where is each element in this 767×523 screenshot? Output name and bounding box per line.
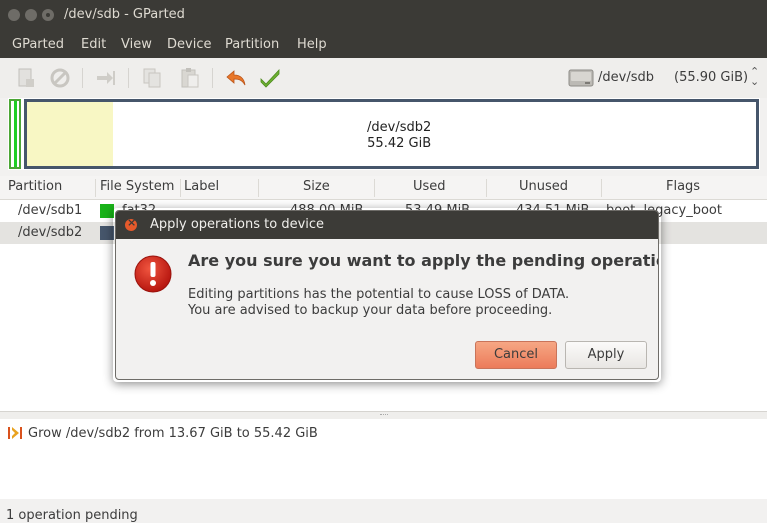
- window-minimize-icon[interactable]: [25, 9, 37, 21]
- menu-partition[interactable]: Partition: [225, 37, 279, 52]
- column-separator: [374, 179, 375, 197]
- resize-grip-icon: [380, 414, 388, 416]
- partition-used-space: [27, 102, 113, 166]
- column-separator: [258, 179, 259, 197]
- partition-map-sdb1[interactable]: [9, 99, 21, 169]
- toolbar: /dev/sdb (55.90 GiB) ⌃ ⌄: [0, 58, 767, 98]
- partition-map: /dev/sdb2 55.42 GiB: [8, 98, 760, 170]
- table-header: Partition File System Label Size Used Un…: [0, 176, 767, 200]
- operation-item[interactable]: Grow /dev/sdb2 from 13.67 GiB to 55.42 G…: [28, 426, 318, 441]
- device-size: (55.90 GiB): [674, 70, 749, 85]
- partition-map-label: /dev/sdb2 55.42 GiB: [367, 120, 431, 152]
- column-used[interactable]: Used: [413, 179, 446, 194]
- pending-operations-list: Grow /dev/sdb2 from 13.67 GiB to 55.42 G…: [0, 419, 767, 499]
- status-text: 1 operation pending: [6, 508, 138, 523]
- menu-help[interactable]: Help: [297, 37, 327, 52]
- window-maximize-icon[interactable]: [42, 9, 54, 21]
- resize-move-icon[interactable]: [94, 66, 118, 90]
- dialog-message-line1: Editing partitions has the potential to …: [188, 287, 570, 302]
- spinner-arrows-icon: ⌃ ⌄: [750, 65, 760, 88]
- partition-map-sdb2[interactable]: /dev/sdb2 55.42 GiB: [24, 99, 759, 169]
- hard-disk-icon: [568, 67, 594, 89]
- dialog-heading: Are you sure you want to apply the pendi…: [188, 251, 659, 270]
- menu-edit[interactable]: Edit: [81, 37, 106, 52]
- grow-operation-icon: [8, 426, 22, 440]
- menu-view[interactable]: View: [121, 37, 152, 52]
- device-selector[interactable]: /dev/sdb (55.90 GiB) ⌃ ⌄: [566, 64, 761, 92]
- apply-button[interactable]: Apply: [565, 341, 647, 369]
- fat32-swatch: [100, 204, 114, 218]
- warning-icon: [133, 254, 173, 294]
- window-close-icon[interactable]: [8, 9, 20, 21]
- column-file-system[interactable]: File System: [100, 179, 174, 194]
- device-path: /dev/sdb: [598, 70, 654, 85]
- menu-gparted[interactable]: GParted: [12, 37, 64, 52]
- column-flags[interactable]: Flags: [666, 179, 700, 194]
- title-bar: /dev/sdb - GParted: [0, 0, 767, 32]
- column-unused[interactable]: Unused: [519, 179, 568, 194]
- column-separator: [180, 179, 181, 197]
- toolbar-separator: [212, 68, 213, 88]
- partition-map-name: /dev/sdb2: [367, 120, 432, 135]
- dialog-title: Apply operations to device: [150, 217, 325, 232]
- status-bar: 1 operation pending: [0, 499, 767, 523]
- dialog-message-line2: You are advised to backup your data befo…: [188, 303, 553, 318]
- cell-partition: /dev/sdb1: [18, 203, 83, 218]
- column-size[interactable]: Size: [303, 179, 330, 194]
- window-title: /dev/sdb - GParted: [64, 7, 185, 22]
- column-separator: [95, 179, 96, 197]
- cell-partition: /dev/sdb2: [18, 225, 83, 240]
- dialog-close-icon[interactable]: [125, 216, 137, 231]
- copy-icon[interactable]: [140, 66, 164, 90]
- toolbar-separator: [128, 68, 129, 88]
- apply-icon[interactable]: [258, 66, 282, 90]
- delete-icon[interactable]: [48, 66, 72, 90]
- column-label[interactable]: Label: [184, 179, 219, 194]
- undo-icon[interactable]: [224, 66, 248, 90]
- column-separator: [601, 179, 602, 197]
- new-partition-icon[interactable]: [14, 66, 38, 90]
- column-separator: [486, 179, 487, 197]
- dialog-title-bar: Apply operations to device: [116, 211, 658, 239]
- partition-map-size: 55.42 GiB: [367, 136, 432, 151]
- toolbar-separator: [82, 68, 83, 88]
- column-partition[interactable]: Partition: [8, 179, 62, 194]
- menu-bar: GParted Edit View Device Partition Help: [0, 32, 767, 58]
- menu-device[interactable]: Device: [167, 37, 211, 52]
- paste-icon[interactable]: [178, 66, 202, 90]
- ext4-swatch: [100, 226, 114, 240]
- apply-operations-dialog: Apply operations to device Are you sure …: [115, 210, 659, 380]
- pane-separator[interactable]: [0, 411, 767, 419]
- cancel-button[interactable]: Cancel: [475, 341, 557, 369]
